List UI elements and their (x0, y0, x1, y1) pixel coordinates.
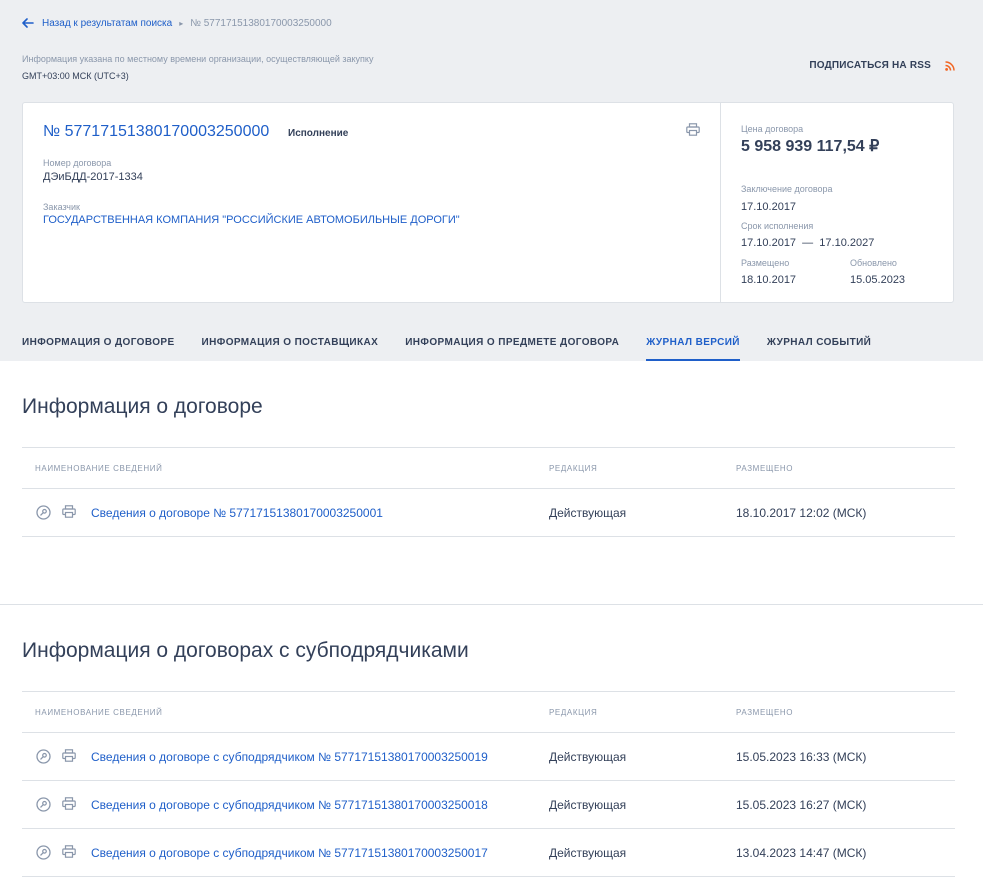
header-edition: РЕДАКЦИЯ (549, 708, 598, 717)
tab-version-log[interactable]: ЖУРНАЛ ВЕРСИЙ (646, 337, 740, 361)
contract-no-label: Номер договора (43, 158, 112, 168)
tab-contract-info[interactable]: ИНФОРМАЦИЯ О ДОГОВОРЕ (22, 337, 175, 361)
header-name: НАИМЕНОВАНИЕ СВЕДЕНИЙ (35, 464, 163, 473)
versions-table: НАИМЕНОВАНИЕ СВЕДЕНИЙ РЕДАКЦИЯ РАЗМЕЩЕНО… (22, 447, 955, 537)
contract-card: № 57717151380170003250000 Исполнение Ном… (22, 102, 954, 303)
tab-bar: ИНФОРМАЦИЯ О ДОГОВОРЕ ИНФОРМАЦИЯ О ПОСТА… (22, 337, 898, 361)
section-title-subcontractors: Информация о договорах с субподрядчиками (22, 639, 469, 662)
tab-suppliers-info[interactable]: ИНФОРМАЦИЯ О ПОСТАВЩИКАХ (202, 337, 379, 361)
rss-subscribe-link[interactable]: ПОДПИСАТЬСЯ НА RSS (809, 60, 955, 71)
timezone-note: Информация указана по местному времени о… (22, 54, 374, 64)
printer-icon[interactable] (62, 505, 76, 523)
contract-number: № 57717151380170003250000 (43, 123, 270, 140)
tab-event-log[interactable]: ЖУРНАЛ СОБЫТИЙ (767, 337, 871, 361)
arrow-left-icon (22, 18, 34, 28)
tab-subject-info[interactable]: ИНФОРМАЦИЯ О ПРЕДМЕТЕ ДОГОВОРА (405, 337, 619, 361)
breadcrumb-current: № 57717151380170003250000 (190, 17, 332, 29)
conclusion-label: Заключение договора (741, 184, 833, 194)
record-edition: Действующая (549, 798, 627, 812)
header-name: НАИМЕНОВАНИЕ СВЕДЕНИЙ (35, 708, 163, 717)
section-title-contract: Информация о договоре (22, 395, 263, 418)
record-link[interactable]: Сведения о договоре с субподрядчиком № 5… (91, 798, 488, 812)
back-to-results-link[interactable]: Назад к результатам поиска (22, 18, 172, 29)
price-label: Цена договора (741, 124, 804, 134)
record-posted: 15.05.2023 16:33 (МСК) (736, 750, 867, 764)
contract-no-value: ДЭиБДД-2017-1334 (43, 171, 143, 183)
printer-icon[interactable] (62, 749, 76, 767)
customer-link[interactable]: ГОСУДАРСТВЕННАЯ КОМПАНИЯ "РОССИЙСКИЕ АВТ… (43, 214, 460, 226)
record-edition: Действующая (549, 750, 627, 764)
record-posted: 13.04.2023 14:47 (МСК) (736, 846, 867, 860)
view-key-icon[interactable] (36, 845, 51, 865)
page-header-area: Назад к результатам поиска ▸ № 577171513… (0, 0, 983, 361)
header-posted: РАЗМЕЩЕНО (736, 708, 794, 717)
contract-card-main: № 57717151380170003250000 Исполнение Ном… (23, 103, 721, 302)
record-edition: Действующая (549, 846, 627, 860)
term-value: 17.10.2017 — 17.10.2027 (741, 237, 875, 249)
posted-date: 18.10.2017 (741, 274, 797, 286)
back-link-label: Назад к результатам поиска (42, 17, 173, 29)
conclusion-date: 17.10.2017 (741, 201, 797, 213)
posted-label: Размещено (741, 258, 790, 268)
record-link[interactable]: Сведения о договоре с субподрядчиком № 5… (91, 750, 488, 764)
table-row: Сведения о договоре № 577171513801700032… (22, 489, 955, 537)
record-posted: 15.05.2023 16:27 (МСК) (736, 798, 867, 812)
record-link[interactable]: Сведения о договоре с субподрядчиком № 5… (91, 846, 488, 860)
subcontractors-table: НАИМЕНОВАНИЕ СВЕДЕНИЙ РЕДАКЦИЯ РАЗМЕЩЕНО… (22, 691, 955, 877)
print-button[interactable] (686, 123, 700, 141)
customer-label: Заказчик (43, 202, 80, 212)
table-row: Сведения о договоре с субподрядчиком № 5… (22, 829, 955, 877)
view-key-icon[interactable] (36, 505, 51, 525)
rss-icon (945, 60, 955, 71)
breadcrumb: Назад к результатам поиска ▸ № 577171513… (22, 16, 332, 30)
price-value: 5 958 939 117,54 ₽ (741, 138, 880, 155)
record-posted: 18.10.2017 12:02 (МСК) (736, 506, 867, 520)
updated-date: 15.05.2023 (850, 274, 906, 286)
table-header: НАИМЕНОВАНИЕ СВЕДЕНИЙ РЕДАКЦИЯ РАЗМЕЩЕНО (22, 447, 955, 489)
table-row: Сведения о договоре с субподрядчиком № 5… (22, 781, 955, 829)
contract-card-side: Цена договора 5 958 939 117,54 ₽ Заключе… (721, 103, 953, 302)
contract-status: Исполнение (288, 128, 349, 139)
section-divider (0, 604, 983, 605)
updated-label: Обновлено (850, 258, 897, 268)
timezone-value: GMT+03:00 МСК (UTC+3) (22, 71, 129, 81)
rss-label: ПОДПИСАТЬСЯ НА RSS (809, 60, 931, 71)
view-key-icon[interactable] (36, 749, 51, 769)
printer-icon (686, 123, 700, 136)
record-edition: Действующая (549, 506, 627, 520)
printer-icon[interactable] (62, 845, 76, 863)
printer-icon[interactable] (62, 797, 76, 815)
chevron-right-icon: ▸ (179, 18, 184, 28)
header-edition: РЕДАКЦИЯ (549, 464, 598, 473)
table-row: Сведения о договоре с субподрядчиком № 5… (22, 733, 955, 781)
header-posted: РАЗМЕЩЕНО (736, 464, 794, 473)
record-link[interactable]: Сведения о договоре № 577171513801700032… (91, 506, 383, 520)
table-header: НАИМЕНОВАНИЕ СВЕДЕНИЙ РЕДАКЦИЯ РАЗМЕЩЕНО (22, 691, 955, 733)
term-label: Срок исполнения (741, 221, 814, 231)
view-key-icon[interactable] (36, 797, 51, 817)
